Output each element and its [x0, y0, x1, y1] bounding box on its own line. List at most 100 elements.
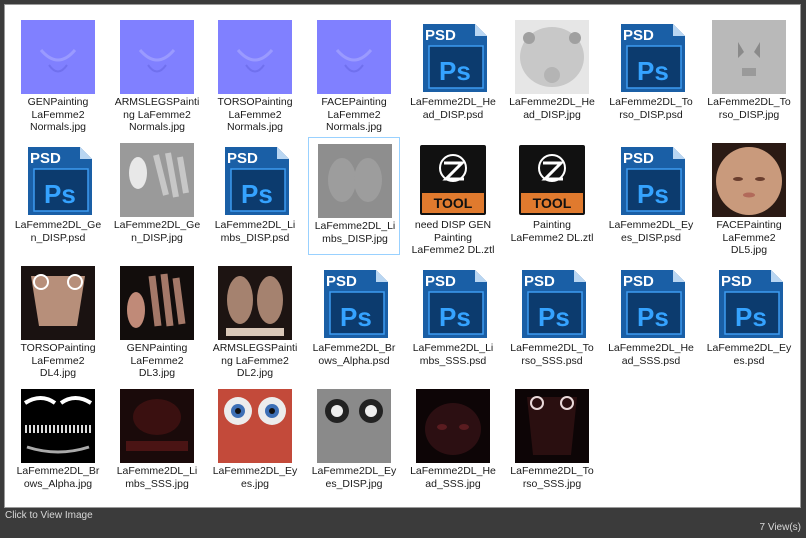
file-name-label: LaFemme2DL_He ad_SSS.psd [608, 342, 694, 367]
file-name-label: LaFemme2DL_Ey es_DISP.jpg [311, 465, 397, 490]
photoshop-file-icon: PSD Ps [719, 270, 783, 338]
file-item[interactable]: ARMSLEGSPainti ng LaFemme2 DL2.jpg [209, 260, 301, 379]
file-name-label: LaFemme2DL_To rso_SSS.jpg [510, 465, 594, 490]
svg-text:PSD: PSD [227, 150, 258, 167]
file-name-label: LaFemme2DL_Ey es.jpg [212, 465, 298, 490]
file-item[interactable]: LaFemme2DL_Ge n_DISP.jpg [111, 137, 203, 255]
file-name-label: LaFemme2DL_He ad_SSS.jpg [410, 465, 496, 490]
file-name-label: TORSOPainting LaFemme2 Normals.jpg [217, 96, 293, 133]
file-grid-panel: GENPainting LaFemme2 Normals.jpg ARMSLEGS… [4, 4, 801, 508]
view-count-label: 7 View(s) [759, 522, 802, 533]
file-item[interactable]: PSD Ps LaFemme2DL_Li mbs_DISP.psd [209, 137, 301, 255]
file-name-label: LaFemme2DL_Ge n_DISP.jpg [113, 219, 201, 244]
file-item[interactable]: PSD Ps LaFemme2DL_To rso_DISP.psd [605, 14, 697, 132]
file-item[interactable]: FACEPainting LaFemme2 Normals.jpg [308, 14, 400, 133]
file-name-label: GENPainting LaFemme2 Normals.jpg [27, 96, 89, 133]
image-thumbnail [712, 143, 786, 217]
file-name-label: FACEPainting LaFemme2 DL5.jpg [716, 219, 782, 256]
svg-text:PSD: PSD [623, 273, 654, 290]
file-item[interactable]: PSD Ps LaFemme2DL_He ad_SSS.psd [605, 260, 697, 378]
svg-text:PSD: PSD [623, 27, 654, 44]
file-item[interactable]: LaFemme2DL_He ad_SSS.jpg [407, 383, 499, 501]
file-item[interactable]: FACEPainting LaFemme2 DL5.jpg [703, 137, 795, 256]
file-name-label: LaFemme2DL_To rso_DISP.jpg [707, 96, 791, 121]
image-thumbnail [120, 143, 194, 217]
file-item[interactable]: PSD Ps LaFemme2DL_Ge n_DISP.psd [12, 137, 104, 255]
photoshop-file-icon: PSD Ps [423, 24, 487, 92]
zbrush-tool-icon: TOOL [420, 145, 486, 215]
photoshop-file-icon: PSD Ps [423, 270, 487, 338]
svg-text:PSD: PSD [721, 273, 752, 290]
image-thumbnail [218, 20, 292, 94]
file-name-label: LaFemme2DL_Br ows_Alpha.jpg [16, 465, 100, 490]
svg-text:Ps: Ps [439, 56, 471, 86]
file-item[interactable]: TORSOPainting LaFemme2 DL4.jpg [12, 260, 104, 379]
svg-text:Ps: Ps [637, 179, 669, 209]
file-name-label: LaFemme2DL_To rso_SSS.psd [510, 342, 594, 367]
file-name-label: LaFemme2DL_Ey es_DISP.psd [608, 219, 694, 244]
file-item[interactable]: LaFemme2DL_To rso_SSS.jpg [506, 383, 598, 501]
file-item[interactable]: TORSOPainting LaFemme2 Normals.jpg [209, 14, 301, 133]
file-item[interactable]: LaFemme2DL_Br ows_Alpha.jpg [12, 383, 104, 501]
file-item[interactable]: PSD Ps LaFemme2DL_Ey es.psd [703, 260, 795, 378]
image-thumbnail [218, 266, 292, 340]
file-item[interactable]: LaFemme2DL_To rso_DISP.jpg [703, 14, 795, 132]
file-item[interactable]: LaFemme2DL_He ad_DISP.jpg [506, 14, 598, 132]
image-thumbnail [712, 20, 786, 94]
file-name-label: FACEPainting LaFemme2 Normals.jpg [321, 96, 387, 133]
file-name-label: Painting LaFemme2 DL.ztl [510, 219, 594, 244]
photoshop-file-icon: PSD Ps [225, 147, 289, 215]
file-name-label: LaFemme2DL_To rso_DISP.psd [609, 96, 693, 121]
file-name-label: LaFemme2DL_Li mbs_DISP.jpg [314, 220, 396, 245]
svg-text:PSD: PSD [326, 273, 357, 290]
svg-text:PSD: PSD [30, 150, 61, 167]
file-item[interactable]: PSD Ps LaFemme2DL_Br ows_Alpha.psd [308, 260, 400, 378]
svg-text:PSD: PSD [425, 27, 456, 44]
file-item[interactable]: PSD Ps LaFemme2DL_Ey es_DISP.psd [605, 137, 697, 255]
image-thumbnail [318, 144, 392, 218]
file-item[interactable]: TOOL Painting LaFemme2 DL.ztl [506, 137, 598, 255]
file-item[interactable]: LaFemme2DL_Ey es_DISP.jpg [308, 383, 400, 501]
svg-text:Ps: Ps [735, 302, 767, 332]
file-item[interactable]: PSD Ps LaFemme2DL_Li mbs_SSS.psd [407, 260, 499, 378]
svg-text:Ps: Ps [241, 179, 273, 209]
svg-text:Ps: Ps [538, 302, 570, 332]
photoshop-file-icon: PSD Ps [522, 270, 586, 338]
file-name-label: LaFemme2DL_Li mbs_SSS.jpg [116, 465, 198, 490]
svg-text:Ps: Ps [340, 302, 372, 332]
image-thumbnail [218, 389, 292, 463]
image-thumbnail [21, 266, 95, 340]
svg-text:Ps: Ps [637, 302, 669, 332]
photoshop-file-icon: PSD Ps [621, 147, 685, 215]
file-item[interactable]: LaFemme2DL_Ey es.jpg [209, 383, 301, 501]
svg-text:PSD: PSD [623, 150, 654, 167]
file-item[interactable]: GENPainting LaFemme2 Normals.jpg [12, 14, 104, 133]
file-name-label: LaFemme2DL_Br ows_Alpha.psd [312, 342, 396, 367]
file-name-label: ARMSLEGSPainti ng LaFemme2 Normals.jpg [114, 96, 200, 133]
svg-text:TOOL: TOOL [533, 195, 572, 211]
file-name-label: ARMSLEGSPainti ng LaFemme2 DL2.jpg [212, 342, 298, 379]
file-item[interactable]: TOOL need DISP GEN Painting LaFemme2 DL.z… [407, 137, 499, 256]
svg-text:TOOL: TOOL [434, 195, 473, 211]
image-thumbnail [416, 389, 490, 463]
image-thumbnail [515, 20, 589, 94]
file-item[interactable]: PSD Ps LaFemme2DL_He ad_DISP.psd [407, 14, 499, 132]
file-name-label: LaFemme2DL_Ge n_DISP.psd [14, 219, 102, 244]
file-item[interactable]: ARMSLEGSPainti ng LaFemme2 Normals.jpg [111, 14, 203, 133]
image-thumbnail [21, 389, 95, 463]
file-item[interactable]: PSD Ps LaFemme2DL_To rso_SSS.psd [506, 260, 598, 378]
image-thumbnail [317, 20, 391, 94]
file-name-label: TORSOPainting LaFemme2 DL4.jpg [20, 342, 96, 379]
click-to-view-label[interactable]: Click to View Image [5, 510, 93, 521]
file-name-label: LaFemme2DL_Li mbs_DISP.psd [214, 219, 296, 244]
file-item[interactable]: LaFemme2DL_Li mbs_SSS.jpg [111, 383, 203, 501]
file-name-label: LaFemme2DL_Ey es.psd [706, 342, 792, 367]
file-name-label: LaFemme2DL_Li mbs_SSS.psd [412, 342, 494, 367]
file-item[interactable]: LaFemme2DL_Li mbs_DISP.jpg [308, 137, 400, 255]
image-thumbnail [515, 389, 589, 463]
svg-text:PSD: PSD [425, 273, 456, 290]
photoshop-file-icon: PSD Ps [621, 270, 685, 338]
file-item[interactable]: GENPainting LaFemme2 DL3.jpg [111, 260, 203, 379]
photoshop-file-icon: PSD Ps [324, 270, 388, 338]
svg-text:Ps: Ps [439, 302, 471, 332]
